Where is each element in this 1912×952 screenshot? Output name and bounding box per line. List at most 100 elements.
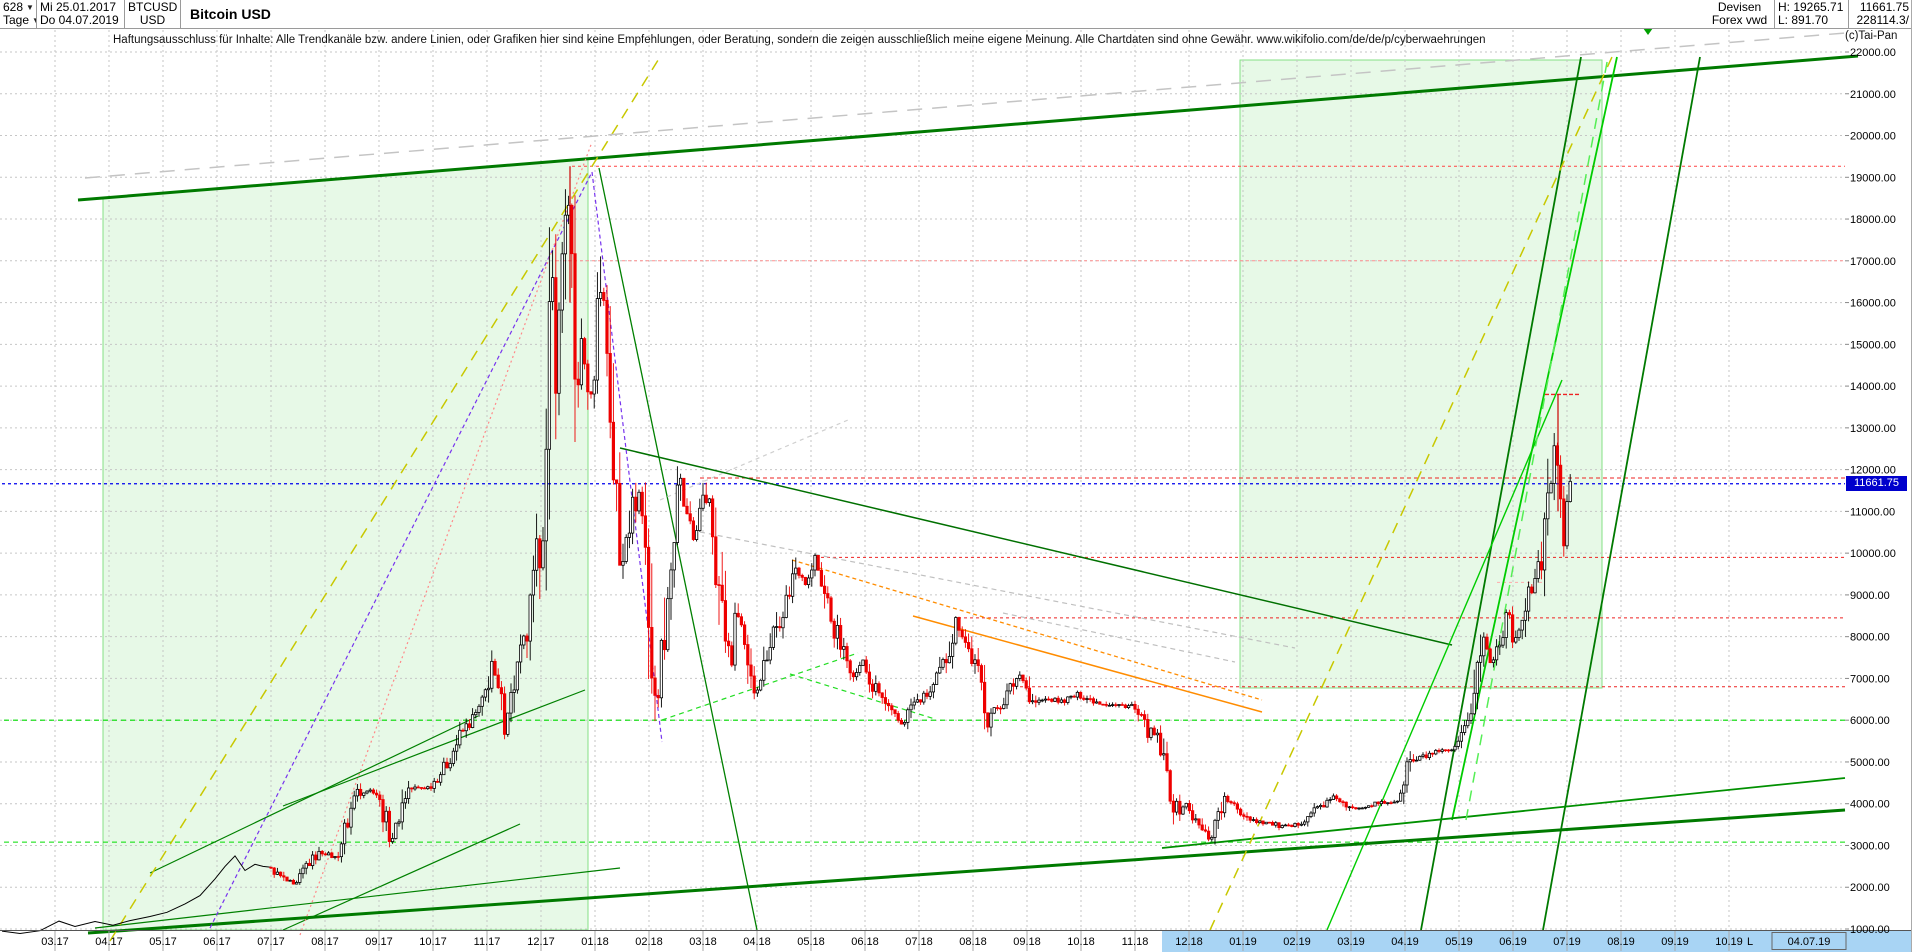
x-axis-label[interactable]: 09.17 <box>365 936 393 948</box>
y-axis-label[interactable]: 5000.00 <box>1850 757 1890 769</box>
x-axis-label[interactable]: 11.17 <box>474 936 501 948</box>
x-axis-label[interactable]: 08.19 <box>1607 936 1635 948</box>
x-axis-label[interactable]: 01.19 <box>1229 936 1257 948</box>
y-axis-label[interactable]: 9000.00 <box>1850 590 1890 602</box>
x-axis-label[interactable]: 01.18 <box>581 936 609 948</box>
x-axis-label[interactable]: 05.19 <box>1445 936 1473 948</box>
x-axis-label[interactable]: 12.18 <box>1175 936 1203 948</box>
x-axis-label[interactable]: 03.17 <box>41 936 69 948</box>
candle <box>422 787 427 790</box>
x-axis-label[interactable]: 06.19 <box>1499 936 1527 948</box>
candle <box>272 867 276 875</box>
y-axis-label[interactable]: 12000.00 <box>1850 465 1896 477</box>
x-axis-label[interactable]: 07.19 <box>1553 936 1581 948</box>
y-axis-label[interactable]: 18000.00 <box>1850 214 1896 226</box>
candle <box>1194 818 1198 821</box>
candle <box>1219 811 1223 814</box>
candle <box>1360 807 1364 810</box>
x-axis-label[interactable]: 07.17 <box>257 936 285 948</box>
candle <box>608 353 612 423</box>
x-axis-label[interactable]: 02.18 <box>635 936 663 948</box>
x-axis-label[interactable]: 12.17 <box>527 936 555 948</box>
y-axis-label[interactable]: 21000.00 <box>1850 89 1896 101</box>
candle <box>519 644 523 663</box>
candle <box>1203 829 1207 832</box>
y-axis-label[interactable]: 20000.00 <box>1850 131 1896 143</box>
candle <box>864 659 868 673</box>
candle <box>451 750 456 764</box>
candle <box>301 867 305 875</box>
x-axis-label[interactable]: 03.18 <box>689 936 717 948</box>
candle <box>1504 612 1508 638</box>
candle <box>979 665 984 683</box>
y-axis-label[interactable]: 11000.00 <box>1850 506 1895 518</box>
y-axis-label[interactable]: 3000.00 <box>1850 840 1890 852</box>
candle <box>1178 800 1182 815</box>
x-axis-label[interactable]: 03.19 <box>1337 936 1365 948</box>
x-axis-label[interactable]: 04.17 <box>95 936 123 948</box>
y-axis-label[interactable]: 14000.00 <box>1850 381 1896 393</box>
x-axis-label[interactable]: 08.17 <box>311 936 339 948</box>
x-axis-label[interactable]: 10.17 <box>419 936 447 948</box>
candle <box>1383 801 1387 804</box>
candle <box>1146 719 1150 738</box>
x-axis-label[interactable]: 08.18 <box>959 936 987 948</box>
candle <box>679 477 683 486</box>
y-axis-label[interactable]: 15000.00 <box>1850 339 1896 351</box>
x-axis-label[interactable]: 11.18 <box>1122 936 1149 948</box>
x-axis-label[interactable]: 02.19 <box>1283 936 1311 948</box>
y-axis-label[interactable]: 13000.00 <box>1850 423 1896 435</box>
trendline[interactable] <box>789 673 936 720</box>
candle <box>890 705 894 711</box>
x-axis-label[interactable]: 05.18 <box>797 936 825 948</box>
candle <box>1175 800 1179 813</box>
y-axis-label[interactable]: 1000.00 <box>1850 924 1890 936</box>
x-axis-label[interactable]: 10.18 <box>1067 936 1095 948</box>
trendline[interactable] <box>1002 612 1236 663</box>
x-axis-label[interactable]: 05.17 <box>149 936 177 948</box>
candle <box>707 498 712 504</box>
y-axis-label[interactable]: 4000.00 <box>1850 799 1890 811</box>
y-axis-label[interactable]: 17000.00 <box>1850 256 1896 268</box>
y-axis-label[interactable]: 19000.00 <box>1850 172 1896 184</box>
candle <box>1495 646 1499 661</box>
candle <box>672 542 676 571</box>
y-axis-label[interactable]: 8000.00 <box>1850 632 1890 644</box>
candle <box>352 795 356 809</box>
trendline[interactable] <box>659 419 849 501</box>
candle <box>429 786 433 789</box>
period-dropdown[interactable]: Tage ▼ <box>3 14 36 27</box>
chart-canvas[interactable]: 03.17 04.17 05.17 06.17 07.17 08.17 09.17 10.17… <box>0 0 1912 952</box>
y-axis-label[interactable]: 10000.00 <box>1850 548 1896 560</box>
y-axis-label[interactable]: 16000.00 <box>1850 298 1896 310</box>
y-axis-label[interactable]: 6000.00 <box>1850 715 1890 727</box>
disclaimer-text: Haftungsausschluss für Inhalte: Alle Tre… <box>113 34 1486 46</box>
x-axis-label[interactable]: 04.19 <box>1391 936 1419 948</box>
candle <box>1501 637 1505 646</box>
y-axis-label[interactable]: 2000.00 <box>1850 882 1890 894</box>
x-axis-label[interactable]: 06.17 <box>203 936 231 948</box>
candle <box>695 530 699 540</box>
y-axis-label[interactable]: 22000.00 <box>1850 47 1896 59</box>
candle <box>1130 704 1134 707</box>
candle <box>1479 655 1483 663</box>
x-axis-label[interactable]: 10.19 <box>1715 936 1743 948</box>
candle <box>1290 824 1294 827</box>
candle <box>461 729 465 732</box>
x-axis-label[interactable]: 06.18 <box>851 936 879 948</box>
market-cell: Devisen Forex vwd <box>1705 0 1775 28</box>
x-axis-label[interactable]: 09.19 <box>1661 936 1689 948</box>
x-axis-label[interactable]: 07.18 <box>905 936 933 948</box>
x-axis-label[interactable]: 04.18 <box>743 936 771 948</box>
candle <box>413 786 417 790</box>
candle <box>903 722 907 725</box>
trendline[interactable] <box>1161 777 1846 849</box>
candle <box>752 675 756 694</box>
x-axis-label[interactable]: 09.18 <box>1013 936 1041 948</box>
y-axis-label[interactable]: 7000.00 <box>1850 673 1890 685</box>
candle <box>1466 719 1470 727</box>
candle <box>1261 820 1265 825</box>
candle <box>1399 792 1403 802</box>
candle <box>1210 837 1214 840</box>
candle <box>778 626 782 629</box>
